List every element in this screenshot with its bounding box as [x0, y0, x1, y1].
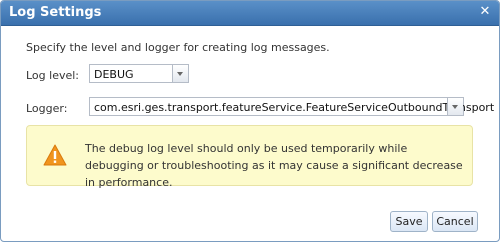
logger-select[interactable]: com.esri.ges.transport.featureService.Fe… — [89, 97, 494, 116]
dialog-title-bar[interactable]: Log Settings ✕ — [1, 1, 499, 26]
log-settings-dialog: Log Settings ✕ Specify the level and log… — [0, 0, 500, 242]
chevron-down-icon[interactable] — [172, 65, 188, 82]
close-icon[interactable]: ✕ — [479, 5, 491, 18]
intro-text: Specify the level and logger for creatin… — [26, 41, 330, 54]
logger-value: com.esri.ges.transport.featureService.Fe… — [94, 101, 495, 114]
chevron-down-icon[interactable] — [447, 98, 463, 115]
cancel-button[interactable]: Cancel — [432, 211, 478, 232]
save-button[interactable]: Save — [390, 211, 428, 232]
log-level-label: Log level: — [26, 69, 80, 82]
logger-label: Logger: — [26, 102, 68, 115]
log-level-select[interactable]: DEBUG — [89, 64, 189, 83]
warning-icon — [43, 144, 67, 166]
warning-panel: The debug log level should only be used … — [26, 125, 473, 189]
log-level-value: DEBUG — [94, 68, 134, 81]
warning-message: The debug log level should only be used … — [85, 142, 463, 189]
dialog-title: Log Settings — [9, 5, 102, 20]
